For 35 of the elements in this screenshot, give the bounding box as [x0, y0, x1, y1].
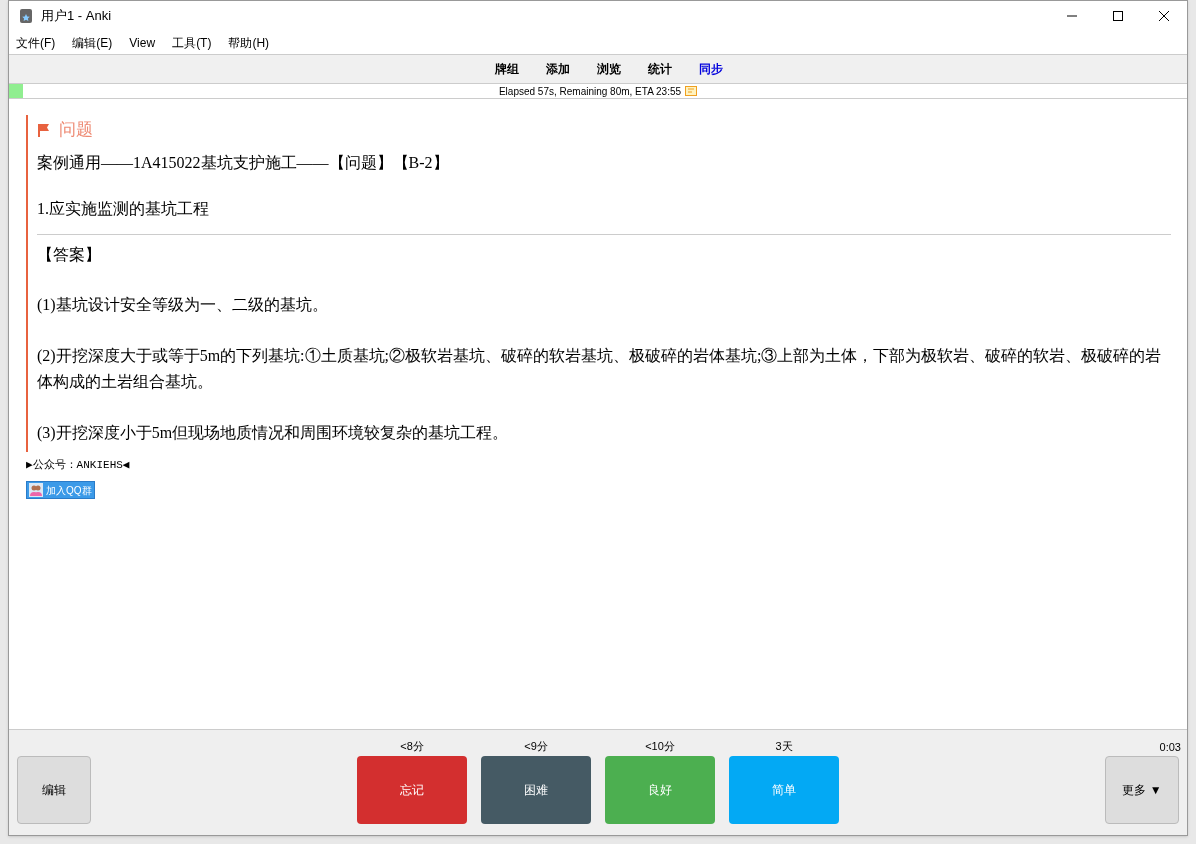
interval-text: <10分	[645, 739, 675, 754]
edit-button[interactable]: 编辑	[17, 756, 91, 824]
window-icon	[685, 86, 698, 96]
menu-item[interactable]: 工具(T)	[172, 33, 212, 52]
progress-text: Elapsed 57s, Remaining 80m, ETA 23:55	[498, 84, 682, 99]
toolbar-link[interactable]: 统计	[648, 60, 672, 78]
interval-text: <9分	[524, 739, 548, 754]
card-heading: 问题	[59, 119, 93, 141]
interval-text: <8分	[400, 739, 424, 754]
more-button[interactable]: 更多 ▼	[1105, 756, 1179, 824]
menu-item[interactable]: 帮助(H)	[228, 33, 270, 52]
toolbar-link[interactable]: 添加	[546, 60, 570, 78]
window-title: 用户1 - Anki	[41, 7, 112, 26]
toolbar-link[interactable]: 牌组	[495, 60, 519, 78]
close-icon	[1159, 11, 1169, 21]
menu-item[interactable]: 编辑(E)	[72, 33, 113, 52]
answer-label: 【答案】	[37, 244, 102, 265]
question-text: 1.应实施监测的基坑工程	[37, 198, 210, 219]
flag-icon	[37, 122, 51, 137]
card-title: 案例通用——1A415022基坑支护施工——【问题】【B-2】	[37, 152, 450, 173]
answer-paragraph: (3)开挖深度小于5m但现场地质情况和周围环境较复杂的基坑工程。	[37, 422, 510, 444]
menu-item[interactable]: 文件(F)	[16, 33, 56, 52]
timer-text: 0:03	[1159, 740, 1181, 755]
anki-icon	[19, 8, 33, 24]
toolbar-link[interactable]: 浏览	[597, 60, 621, 78]
footer-text: ▶公众号：ANKIEHS◀	[26, 457, 131, 473]
people-icon	[29, 483, 43, 497]
answer-button[interactable]: 忘记	[357, 756, 467, 824]
answer-paragraph: (1)基坑设计安全等级为一、二级的基坑。	[37, 294, 329, 316]
menu-item[interactable]: View	[129, 33, 156, 52]
maximize-icon	[1113, 11, 1123, 21]
toolbar-link[interactable]: 同步	[699, 60, 723, 78]
interval-text: 3天	[775, 739, 793, 754]
answer-button[interactable]: 困难	[481, 756, 591, 824]
answer-paragraph: (2)开挖深度大于或等于5m的下列基坑:①土质基坑;②极软岩基坑、破碎的软岩基坑、极破碎的岩体基坑;③上部为土体，下部为极软岩、破碎的软岩、极破碎的岩体构成的土岩组合基坑。	[37, 345, 1163, 392]
